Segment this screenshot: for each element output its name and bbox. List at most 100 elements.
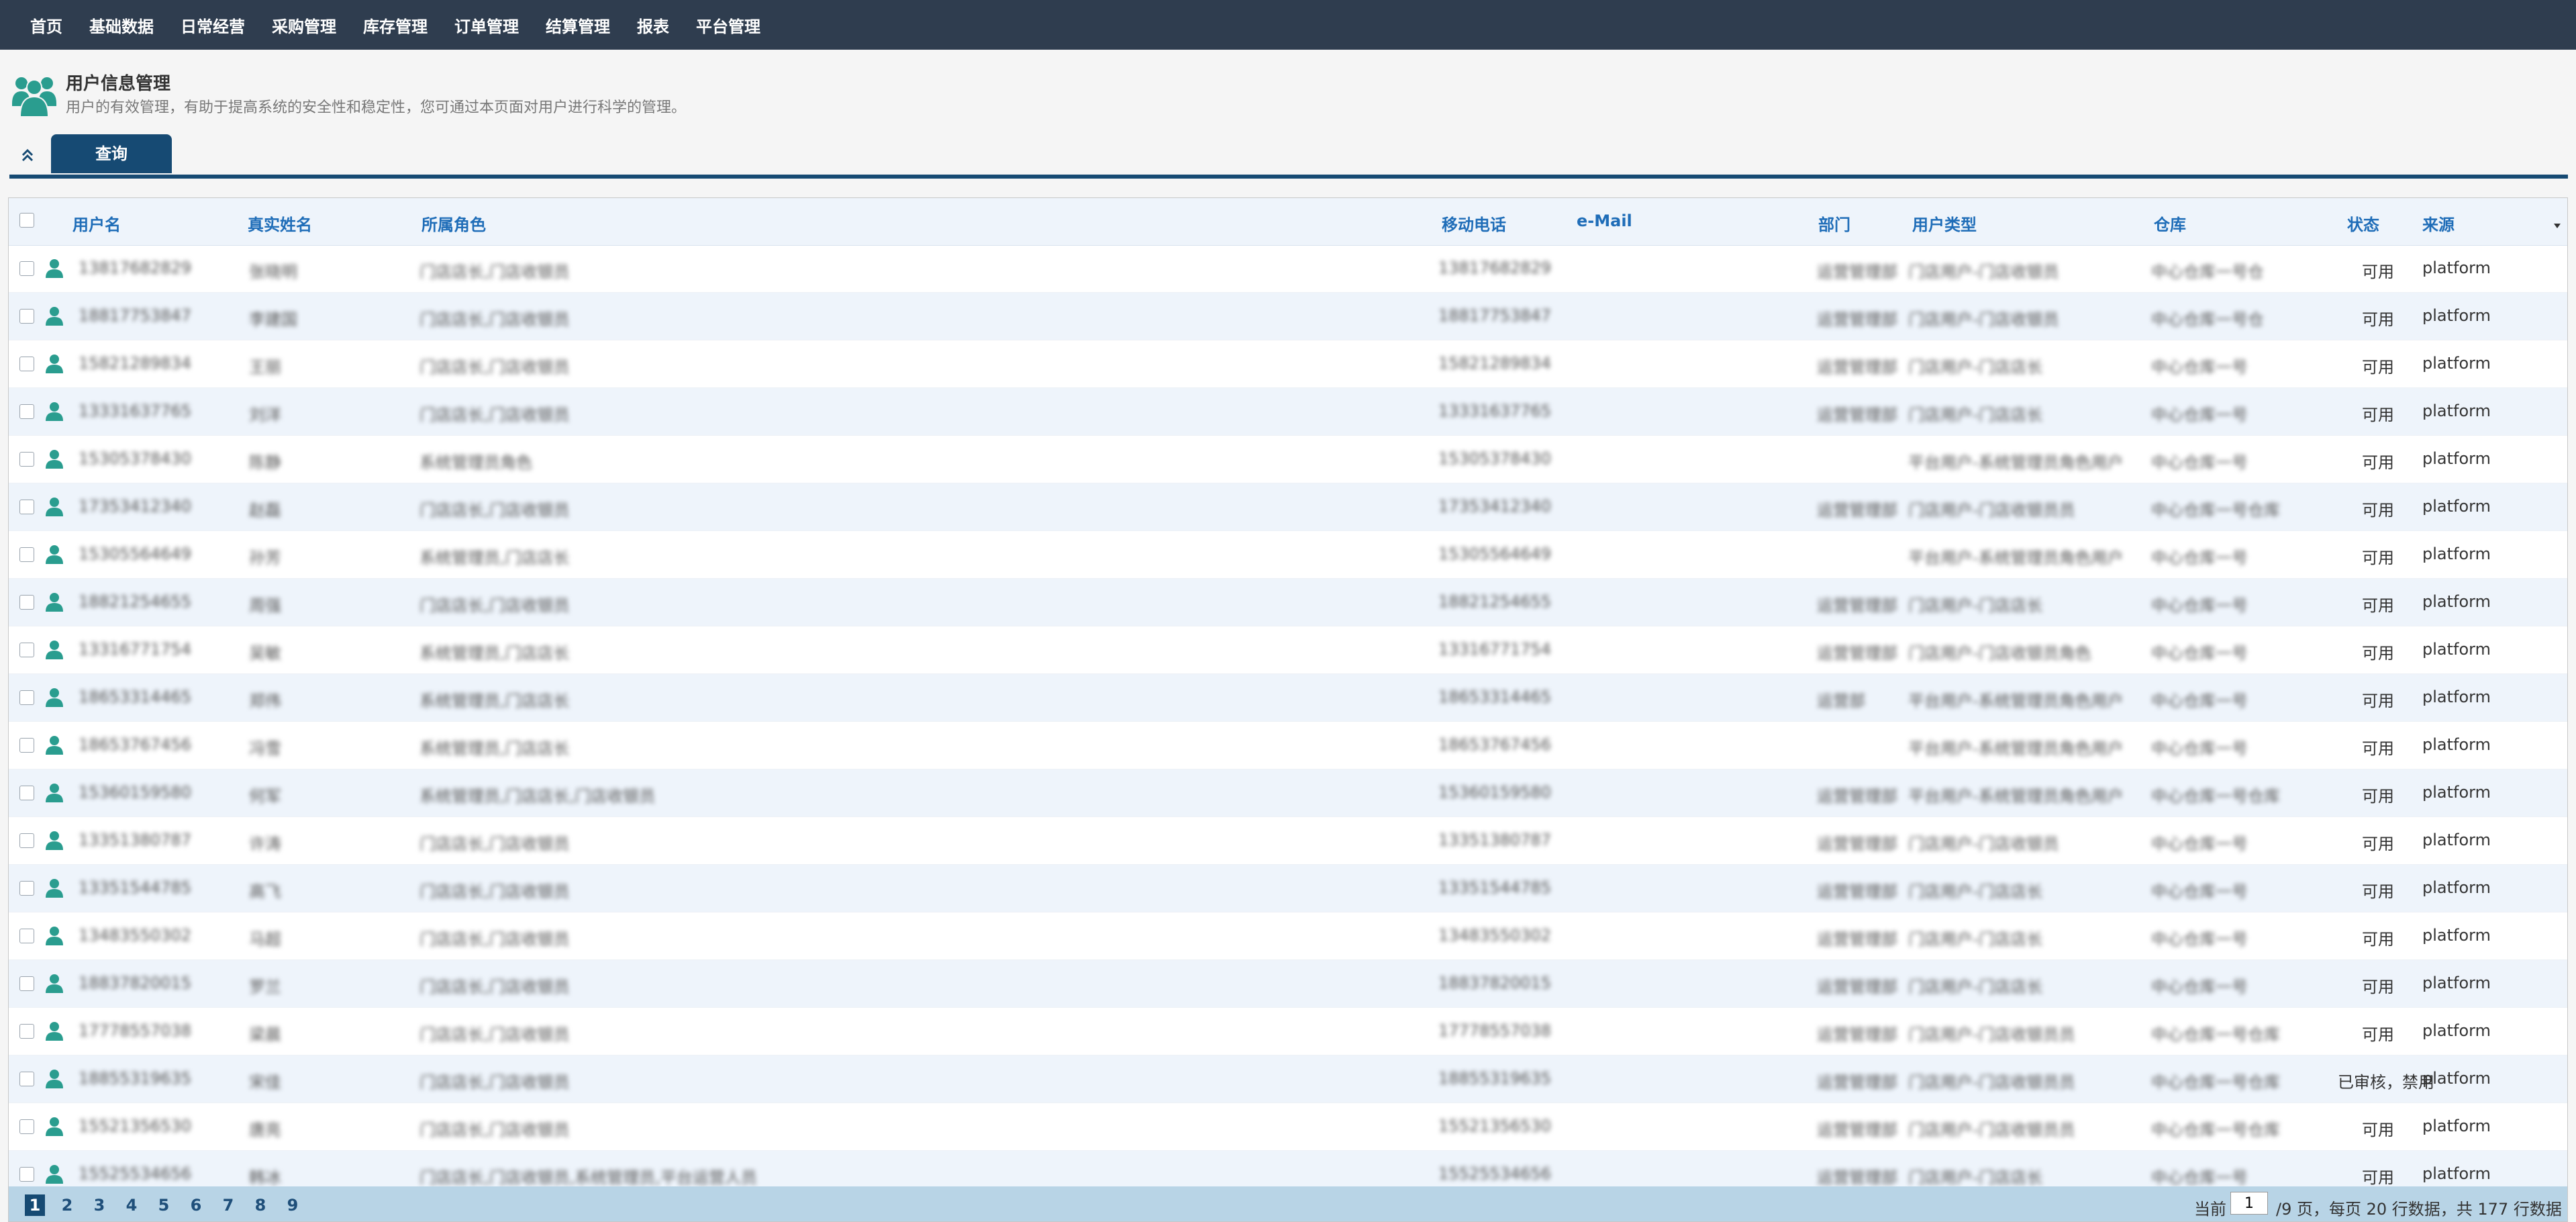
page-9[interactable]: 9	[283, 1194, 303, 1216]
row-checkbox[interactable]	[19, 547, 34, 562]
cell-status: 可用	[2362, 930, 2394, 949]
cell-department: 运营管理部	[1817, 263, 1897, 281]
cell-username: 15360159580	[79, 783, 191, 802]
col-warehouse[interactable]: 仓库	[2154, 211, 2186, 235]
row-checkbox[interactable]	[19, 452, 34, 467]
page-5[interactable]: 5	[154, 1194, 174, 1216]
user-icon	[46, 402, 63, 421]
cell-mobile: 17353412340	[1438, 497, 1551, 516]
table-row[interactable]: 13351544785 高飞 门店店长,门店收银员 13351544785 运营管理部门…	[9, 865, 2567, 912]
row-checkbox[interactable]	[19, 976, 34, 991]
table-row[interactable]: 17778557038 梁晨 门店店长,门店收银员 17778557038 运营管理部门…	[9, 1008, 2567, 1055]
page-3[interactable]: 3	[89, 1194, 109, 1216]
nav-home[interactable]: 首页	[30, 13, 62, 37]
cell-role: 门店店长,门店收银员	[419, 882, 570, 901]
row-checkbox[interactable]	[19, 357, 34, 371]
table-row[interactable]: 18817753847 李建国 门店店长,门店收银员 18817753847 运营管理部…	[9, 293, 2567, 340]
row-checkbox[interactable]	[19, 1119, 34, 1134]
page-6[interactable]: 6	[186, 1194, 206, 1216]
page-2[interactable]: 2	[57, 1194, 77, 1216]
col-department[interactable]: 部门	[1818, 211, 1850, 235]
row-checkbox[interactable]	[19, 786, 34, 800]
tab-bar: 查询	[9, 134, 2568, 179]
cell-source: platform	[2422, 354, 2491, 373]
user-icon	[46, 593, 63, 612]
cell-warehouse: 中心仓库一号	[2151, 549, 2248, 567]
row-checkbox[interactable]	[19, 1167, 34, 1182]
table-row[interactable]: 15821289834 王丽 门店店长,门店收银员 15821289834 运营管理部门…	[9, 340, 2567, 388]
cell-mobile: 15360159580	[1438, 783, 1551, 802]
cell-username: 15821289834	[79, 354, 191, 373]
nav-settlement[interactable]: 结算管理	[546, 13, 610, 37]
nav-reports[interactable]: 报表	[637, 13, 669, 37]
table-row[interactable]: 15360159580 何军 系统管理员,门店店长,门店收银员 15360159580…	[9, 769, 2567, 817]
row-checkbox[interactable]	[19, 1024, 34, 1039]
row-checkbox[interactable]	[19, 309, 34, 324]
nav-orders[interactable]: 订单管理	[454, 13, 519, 37]
cell-source: platform	[2422, 306, 2491, 325]
table-row[interactable]: 13331637765 刘洋 门店店长,门店收银员 13331637765 运营管理部门…	[9, 388, 2567, 436]
table-row[interactable]: 18653314465 郑伟 系统管理员,门店店长 18653314465 运营部 平台用…	[9, 674, 2567, 722]
column-menu-icon[interactable]	[2553, 221, 2562, 230]
cell-department: 运营管理部	[1817, 501, 1897, 520]
table-row[interactable]: 18855319635 宋佳 门店店长,门店收银员 18855319635 运营管理部门…	[9, 1055, 2567, 1103]
row-checkbox[interactable]	[19, 833, 34, 848]
cell-realname: 李建国	[249, 310, 297, 329]
nav-purchase[interactable]: 采购管理	[272, 13, 336, 37]
row-checkbox[interactable]	[19, 738, 34, 753]
row-checkbox[interactable]	[19, 643, 34, 657]
chevron-double-up-icon[interactable]	[17, 145, 38, 165]
page-1[interactable]: 1	[25, 1194, 45, 1216]
row-checkbox[interactable]	[19, 929, 34, 943]
table-row[interactable]: 18837820015 罗兰 门店店长,门店收银员 18837820015 运营管理部门…	[9, 960, 2567, 1008]
table-row[interactable]: 15521356530 唐亮 门店店长,门店收银员 15521356530 运营管理部门…	[9, 1103, 2567, 1151]
select-all-checkbox[interactable]	[19, 213, 34, 228]
row-checkbox[interactable]	[19, 881, 34, 896]
table-row[interactable]: 13817682829 张晓明 门店店长,门店收银员 13817682829 运营管理部…	[9, 245, 2567, 293]
col-email[interactable]: e-Mail	[1577, 211, 1632, 230]
col-username[interactable]: 用户名	[72, 211, 121, 235]
page-7[interactable]: 7	[218, 1194, 238, 1216]
row-checkbox[interactable]	[19, 1072, 34, 1086]
row-checkbox[interactable]	[19, 690, 34, 705]
current-page-input[interactable]	[2230, 1192, 2268, 1215]
nav-daily-ops[interactable]: 日常经营	[181, 13, 245, 37]
cell-realname: 梁晨	[249, 1025, 281, 1044]
nav-inventory[interactable]: 库存管理	[363, 13, 428, 37]
col-usertype[interactable]: 用户类型	[1912, 211, 1977, 235]
table-row[interactable]: 15305564649 孙芳 系统管理员,门店店长 15305564649 平台用户-系…	[9, 531, 2567, 579]
cell-warehouse: 中心仓库一号仓库	[2151, 787, 2280, 806]
table-row[interactable]: 18653767456 冯雪 系统管理员,门店店长 18653767456 平台用户-系…	[9, 722, 2567, 769]
col-mobile[interactable]: 移动电话	[1442, 211, 1506, 235]
cell-status: 可用	[2362, 692, 2394, 710]
table-row[interactable]: 13316771754 吴敏 系统管理员,门店店长 13316771754 运营管理部门…	[9, 626, 2567, 674]
row-checkbox[interactable]	[19, 595, 34, 610]
col-status[interactable]: 状态	[2347, 211, 2379, 235]
page-4[interactable]: 4	[121, 1194, 142, 1216]
cell-source: platform	[2422, 1021, 2491, 1040]
cell-role: 系统管理员,门店店长	[419, 739, 570, 758]
page-8[interactable]: 8	[250, 1194, 270, 1216]
row-checkbox[interactable]	[19, 404, 34, 419]
table-row[interactable]: 13483550302 马超 门店店长,门店收银员 13483550302 运营管理部门…	[9, 912, 2567, 960]
tab-query[interactable]: 查询	[51, 134, 172, 173]
nav-platform[interactable]: 平台管理	[696, 13, 760, 37]
col-source[interactable]: 来源	[2422, 211, 2455, 235]
cell-warehouse: 中心仓库一号仓库	[2151, 1025, 2280, 1044]
table-row[interactable]: 18821254655 周强 门店店长,门店收银员 18821254655 运营管理部门…	[9, 579, 2567, 626]
table-row[interactable]: 15305378430 陈静 系统管理员角色 15305378430 平台用户-系统管理…	[9, 436, 2567, 483]
cell-warehouse: 中心仓库一号	[2151, 739, 2248, 758]
col-realname[interactable]: 真实姓名	[248, 211, 312, 235]
cell-role: 门店店长,门店收银员	[419, 596, 570, 615]
cell-mobile: 15305378430	[1438, 449, 1551, 468]
nav-basic-data[interactable]: 基础数据	[89, 13, 154, 37]
table-row[interactable]: 17353412340 赵磊 门店店长,门店收银员 17353412340 运营管理部门…	[9, 483, 2567, 531]
cell-realname: 张晓明	[249, 263, 297, 281]
table-row[interactable]: 13351380787 许涛 门店店长,门店收银员 13351380787 运营管理部门…	[9, 817, 2567, 865]
row-checkbox[interactable]	[19, 500, 34, 514]
col-role[interactable]: 所属角色	[422, 211, 486, 235]
cell-username: 15525534656	[79, 1164, 191, 1183]
cell-department: 运营管理部	[1817, 1025, 1897, 1044]
cell-username: 15521356530	[79, 1117, 191, 1135]
row-checkbox[interactable]	[19, 261, 34, 276]
